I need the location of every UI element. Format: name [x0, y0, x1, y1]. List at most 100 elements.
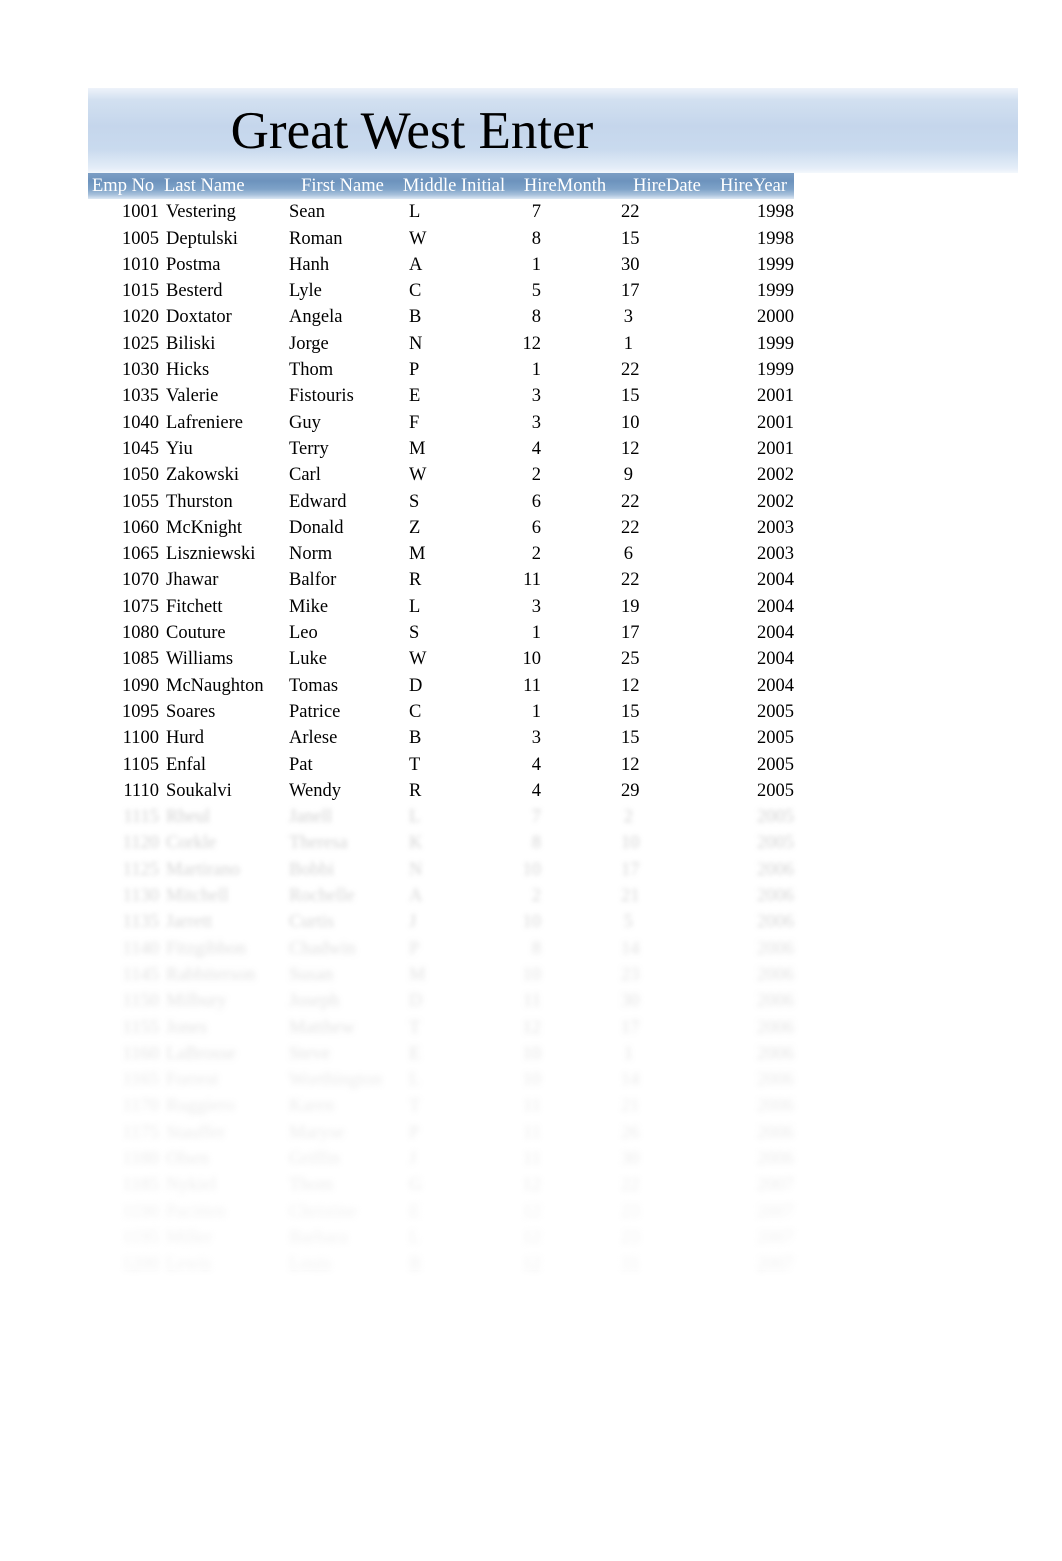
table-row[interactable]: 1001 Vestering Sean L 7 22 1998	[88, 199, 794, 225]
cell-last-name: Liszniewski	[166, 544, 256, 565]
table-row[interactable]: 1075 Fitchett Mike L 3 19 2004	[88, 594, 794, 620]
table-row[interactable]: 1165 Forrest Worthington L 10 14 2006	[88, 1067, 794, 1093]
table-row[interactable]: 1130 Mitchell Rochelle A 2 21 2006	[88, 883, 794, 909]
cell-first-name: Louis	[289, 1254, 332, 1275]
table-row[interactable]: 1200 Lewis Louis B 12 31 2007	[88, 1251, 794, 1277]
cell-hire-month: 10	[522, 964, 542, 985]
cell-hire-month: 1	[531, 254, 541, 275]
column-header-middle-initial[interactable]: Middle Initial	[399, 173, 509, 199]
cell-last-name: Soukalvi	[166, 780, 232, 801]
table-row[interactable]: 1035 Valerie Fistouris E 3 15 2001	[88, 383, 794, 409]
table-row[interactable]: 1105 Enfal Pat T 4 12 2005	[88, 752, 794, 778]
cell-first-name: Thom	[289, 1175, 334, 1196]
cell-hire-year: 2003	[757, 517, 794, 538]
cell-hire-date: 12	[621, 675, 640, 696]
table-row[interactable]: 1025 Biliski Jorge N 12 1 1999	[88, 331, 794, 357]
cell-last-name: Miller	[166, 1227, 213, 1248]
table-row[interactable]: 1190 Pacitten Christine E 12 23 2007	[88, 1199, 794, 1225]
table-row[interactable]: 1090 McNaughton Tomas D 11 12 2004	[88, 673, 794, 699]
cell-hire-year: 1999	[757, 333, 794, 354]
cell-hire-month: 3	[531, 412, 541, 433]
table-row[interactable]: 1010 Postma Hanh A 1 30 1999	[88, 252, 794, 278]
table-row[interactable]: 1175 Stauffer Maryse P 11 26 2006	[88, 1120, 794, 1146]
table-row[interactable]: 1015 Besterd Lyle C 5 17 1999	[88, 278, 794, 304]
cell-hire-date: 10	[621, 833, 640, 854]
cell-hire-month: 7	[531, 202, 541, 223]
table-row[interactable]: 1050 Zakowski Carl W 2 9 2002	[88, 462, 794, 488]
cell-emp-no: 1135	[122, 912, 159, 933]
table-row[interactable]: 1110 Soukalvi Wendy R 4 29 2005	[88, 778, 794, 804]
cell-hire-date: 21	[621, 1096, 640, 1117]
cell-hire-year: 2005	[757, 807, 794, 828]
table-row[interactable]: 1070 Jhawar Balfor R 11 22 2004	[88, 567, 794, 593]
table-row[interactable]: 1170 Ruggiero Karen T 11 21 2006	[88, 1093, 794, 1119]
table-row[interactable]: 1145 Rabbiterson Susan M 10 23 2006	[88, 962, 794, 988]
table-row[interactable]: 1115 Rheul Janell L 7 2 2005	[88, 804, 794, 830]
table-row[interactable]: 1125 Martirano Bobbi N 10 17 2006	[88, 857, 794, 883]
cell-last-name: Doxtator	[166, 307, 232, 328]
cell-last-name: Fitzgibbon	[166, 938, 247, 959]
cell-hire-year: 2005	[757, 728, 794, 749]
table-row[interactable]: 1185 Nykiel Thom G 12 22 2007	[88, 1172, 794, 1198]
cell-hire-year: 2001	[757, 386, 794, 407]
table-row[interactable]: 1080 Couture Leo S 1 17 2004	[88, 620, 794, 646]
cell-first-name: Pat	[289, 754, 313, 775]
table-row[interactable]: 1160 LaBrosse Steve E 10 1 2006	[88, 1041, 794, 1067]
table-row[interactable]: 1180 Olsen Griffin J 11 30 2006	[88, 1146, 794, 1172]
table-row[interactable]: 1100 Hurd Arlese B 3 15 2005	[88, 725, 794, 751]
cell-hire-date: 15	[621, 386, 640, 407]
cell-first-name: Fistouris	[289, 386, 354, 407]
cell-first-name: Leo	[289, 623, 318, 644]
cell-emp-no: 1110	[123, 780, 159, 801]
cell-middle-initial: W	[409, 649, 427, 670]
cell-emp-no: 1035	[122, 386, 159, 407]
table-row[interactable]: 1040 Lafreniere Guy F 3 10 2001	[88, 410, 794, 436]
cell-hire-month: 6	[531, 491, 541, 512]
table-row[interactable]: 1135 Jarrett Curtis J 10 5 2006	[88, 909, 794, 935]
cell-hire-date: 19	[621, 596, 640, 617]
cell-hire-month: 12	[522, 1254, 542, 1275]
table-row[interactable]: 1055 Thurston Edward S 6 22 2002	[88, 489, 794, 515]
cell-hire-date: 25	[621, 649, 640, 670]
cell-last-name: Jhawar	[166, 570, 219, 591]
table-row[interactable]: 1085 Williams Luke W 10 25 2004	[88, 646, 794, 672]
cell-first-name: Worthington	[289, 1070, 383, 1091]
table-row[interactable]: 1150 Milbury Joseph D 11 30 2006	[88, 988, 794, 1014]
table-row[interactable]: 1005 Deptulski Roman W 8 15 1998	[88, 226, 794, 252]
cell-first-name: Thom	[289, 360, 334, 381]
column-header-hire-year[interactable]: HireYear	[713, 173, 794, 199]
table-row[interactable]: 1060 McKnight Donald Z 6 22 2003	[88, 515, 794, 541]
column-header-first-name[interactable]: First Name	[286, 173, 399, 199]
cell-emp-no: 1080	[122, 623, 159, 644]
cell-hire-month: 2	[531, 465, 541, 486]
cell-hire-date: 26	[621, 1122, 640, 1143]
table-row[interactable]: 1030 Hicks Thom P 1 22 1999	[88, 357, 794, 383]
cell-last-name: Thurston	[166, 491, 233, 512]
table-row[interactable]: 1065 Liszniewski Norm M 2 6 2003	[88, 541, 794, 567]
column-header-hire-date[interactable]: HireDate	[621, 173, 713, 199]
column-header-emp-no[interactable]: Emp No	[88, 173, 164, 199]
cell-hire-year: 2001	[757, 438, 794, 459]
cell-emp-no: 1150	[122, 991, 159, 1012]
table-row[interactable]: 1155 Jones Matthew T 12 17 2006	[88, 1015, 794, 1041]
cell-first-name: Lyle	[289, 281, 322, 302]
cell-hire-month: 1	[531, 360, 541, 381]
cell-hire-year: 2006	[757, 1148, 794, 1169]
column-header-last-name[interactable]: Last Name	[164, 173, 286, 199]
column-header-hire-month[interactable]: HireMonth	[509, 173, 621, 199]
cell-emp-no: 1060	[122, 517, 159, 538]
cell-hire-date: 23	[621, 964, 640, 985]
cell-hire-date: 30	[621, 254, 640, 275]
cell-middle-initial: D	[409, 675, 423, 696]
table-row[interactable]: 1195 Miller Barbara L 12 23 2007	[88, 1225, 794, 1251]
table-row[interactable]: 1120 Corkle Theresa K 8 10 2005	[88, 830, 794, 856]
cell-hire-date: 22	[621, 360, 640, 381]
cell-emp-no: 1040	[122, 412, 159, 433]
cell-middle-initial: S	[409, 623, 420, 644]
cell-hire-month: 4	[531, 438, 541, 459]
table-row[interactable]: 1045 Yiu Terry M 4 12 2001	[88, 436, 794, 462]
cell-middle-initial: B	[409, 728, 422, 749]
table-row[interactable]: 1020 Doxtator Angela B 8 3 2000	[88, 304, 794, 330]
table-row[interactable]: 1140 Fitzgibbon Chadwin P 8 14 2006	[88, 936, 794, 962]
table-row[interactable]: 1095 Soares Patrice C 1 15 2005	[88, 699, 794, 725]
